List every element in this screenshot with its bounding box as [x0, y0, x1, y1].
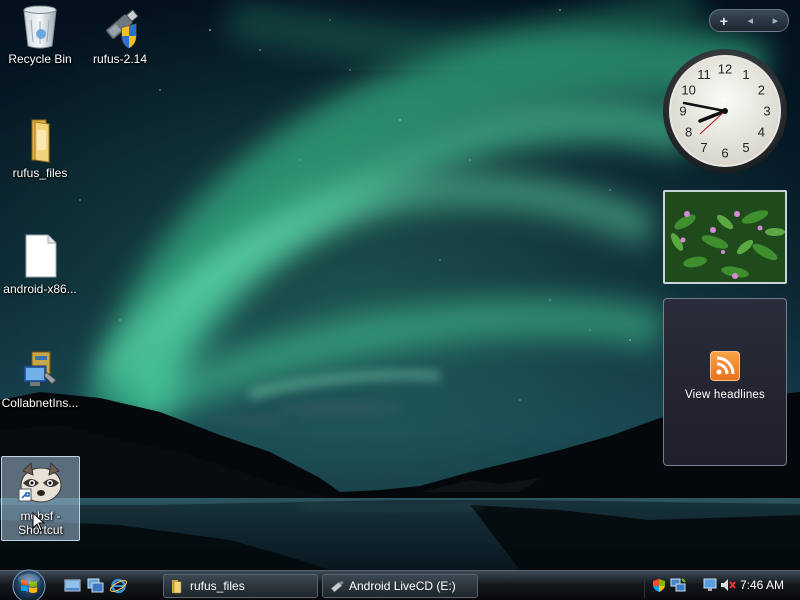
- windows-logo-icon: [12, 569, 46, 600]
- system-tray: 7:46 AM: [644, 574, 796, 598]
- clock-numeral: 10: [681, 83, 695, 98]
- desktop-icon-label: rufus-2.14: [92, 52, 148, 66]
- clock-numeral: 7: [700, 140, 707, 155]
- recycle-bin-icon: [16, 2, 64, 50]
- volume-muted-icon[interactable]: [720, 577, 736, 593]
- clock-numeral: 8: [685, 125, 692, 140]
- mouse-cursor-icon: [32, 511, 46, 532]
- network-icon[interactable]: [670, 577, 686, 593]
- switch-windows-icon[interactable]: [87, 578, 104, 594]
- folder-icon: [16, 116, 64, 164]
- security-center-icon[interactable]: [651, 577, 667, 593]
- clock-numeral: 6: [721, 146, 728, 161]
- feed-headlines-gadget[interactable]: View headlines: [663, 298, 787, 466]
- desktop-icon-recycle-bin[interactable]: Recycle Bin: [0, 2, 80, 66]
- desktop-icon-label: Recycle Bin: [8, 52, 72, 66]
- next-page-button[interactable]: ▸: [773, 14, 779, 27]
- previous-page-button[interactable]: ◂: [748, 14, 754, 27]
- desktop-icon-rufus[interactable]: rufus-2.14: [80, 2, 160, 66]
- start-button[interactable]: [8, 568, 50, 600]
- desktop-icon-rufus-files[interactable]: rufus_files: [0, 116, 80, 180]
- view-headlines-link[interactable]: View headlines: [664, 389, 786, 401]
- taskbar-button-android-livecd[interactable]: Android LiveCD (E:): [322, 574, 478, 598]
- desktop-icon-collabnet[interactable]: CollabnetIns...: [0, 346, 80, 410]
- clock-time[interactable]: 7:46 AM: [740, 578, 784, 592]
- taskbar-button-label: Android LiveCD (E:): [349, 579, 456, 593]
- folder-icon: [170, 578, 186, 594]
- clock-numeral: 2: [758, 83, 765, 98]
- clock-numeral: 11: [697, 67, 711, 82]
- rss-icon: [710, 351, 740, 381]
- desktop-icon-label: CollabnetIns...: [1, 396, 79, 410]
- clock-gadget[interactable]: 12 1 2 3 4 5 6 7 8 9 10 11: [662, 48, 788, 174]
- show-desktop-icon[interactable]: [64, 578, 81, 594]
- taskbar: rufus_files Android LiveCD (E:) 7:46 AM: [0, 568, 800, 600]
- taskbar-button-rufus-files[interactable]: rufus_files: [163, 574, 318, 598]
- display-icon[interactable]: [703, 577, 719, 593]
- clock-numeral: 9: [679, 104, 686, 119]
- drive-icon: [329, 578, 345, 594]
- clock-numeral: 1: [742, 67, 749, 82]
- raccoon-icon: [17, 459, 65, 507]
- internet-explorer-icon[interactable]: [109, 578, 128, 594]
- usb-drive-icon: [96, 2, 144, 50]
- add-gadget-button[interactable]: +: [720, 13, 728, 29]
- installer-icon: [16, 346, 64, 394]
- file-icon: [16, 232, 64, 280]
- clock-numeral: 4: [758, 125, 765, 140]
- flower-photo: [665, 192, 785, 282]
- desktop-icon-label: android-x86...: [3, 282, 77, 296]
- taskbar-button-label: rufus_files: [190, 579, 245, 593]
- clock-numeral: 3: [763, 104, 770, 119]
- sidebar-controls: + ◂ ▸: [709, 9, 789, 32]
- desktop-icon-label: rufus_files: [12, 166, 68, 180]
- desktop-icon-android-iso[interactable]: android-x86...: [0, 232, 80, 296]
- clock-numeral: 12: [718, 62, 732, 77]
- slideshow-gadget[interactable]: [663, 190, 787, 284]
- clock-numeral: 5: [742, 140, 749, 155]
